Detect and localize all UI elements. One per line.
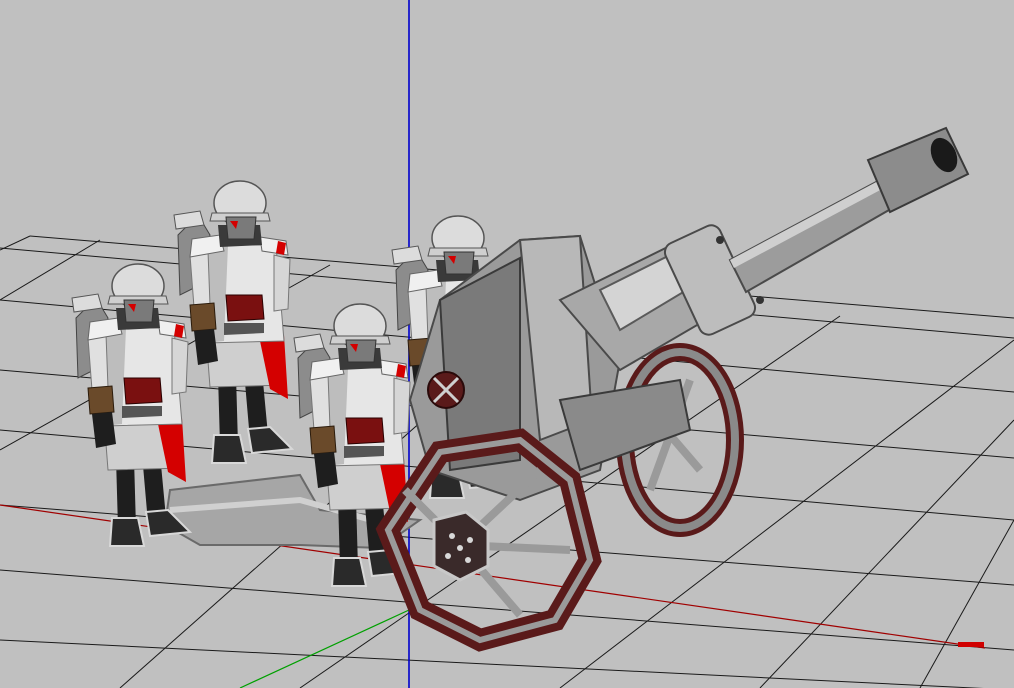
3d-model-viewport[interactable] [0,0,1014,688]
x-axis-arrow [958,642,984,647]
